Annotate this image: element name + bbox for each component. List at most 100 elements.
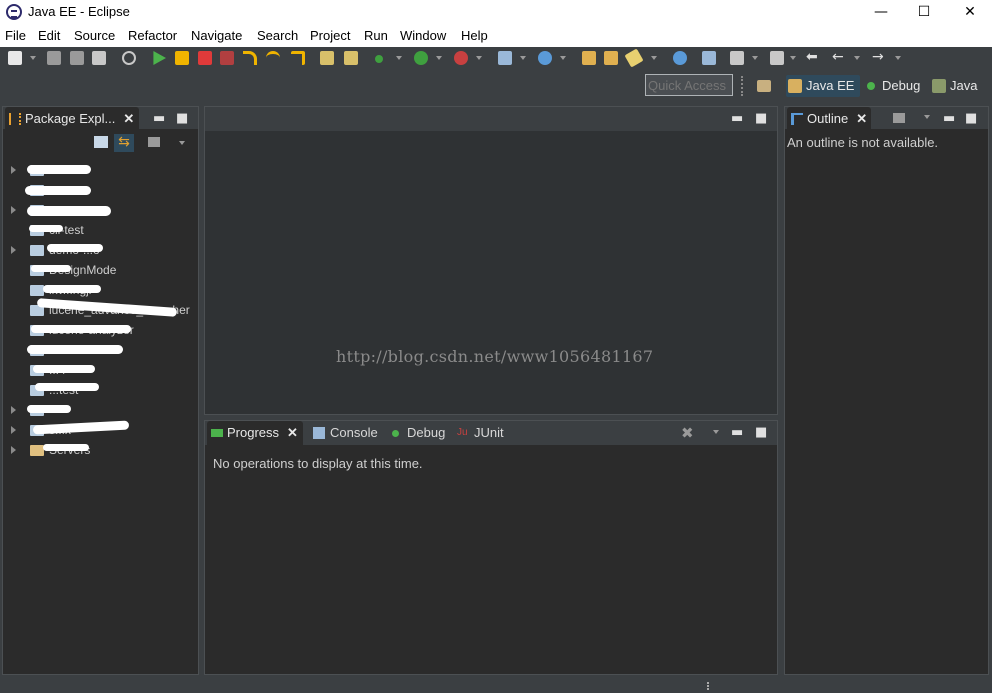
resume-icon[interactable] <box>153 51 166 65</box>
menu-refactor[interactable]: Refactor <box>128 28 177 43</box>
expand-icon[interactable] <box>11 426 16 434</box>
annotation-dropdown-icon[interactable] <box>752 56 758 62</box>
forward-dropdown-icon[interactable] <box>895 56 901 62</box>
outline-message: An outline is not available. <box>787 135 939 150</box>
tab-console[interactable]: Console <box>313 423 378 443</box>
menu-project[interactable]: Project <box>310 28 350 43</box>
step-return-icon[interactable] <box>291 51 305 65</box>
open-type-icon[interactable] <box>582 51 596 65</box>
step-over-icon[interactable] <box>266 51 280 65</box>
redaction-scribble <box>27 405 71 413</box>
new-dropdown-icon[interactable] <box>30 56 36 62</box>
view-menu-dropdown-icon[interactable] <box>179 141 185 147</box>
external-tools-icon[interactable] <box>454 51 468 65</box>
external-tools-dropdown-icon[interactable] <box>476 56 482 62</box>
menu-run[interactable]: Run <box>364 28 388 43</box>
new-java-class-icon[interactable] <box>538 51 552 65</box>
minimize-button[interactable]: — <box>858 0 904 26</box>
tab-package-explorer[interactable]: Package Expl... ✕ <box>5 107 139 131</box>
new-icon[interactable] <box>8 51 22 65</box>
terminate-icon[interactable] <box>198 51 212 65</box>
tree-project-item[interactable]: Servers <box>11 441 196 461</box>
last-edit-icon[interactable] <box>770 51 784 65</box>
package-explorer-tree: ⇆ cli-test demo-...o DesignMode ikv...ng… <box>3 131 198 674</box>
disconnect-icon[interactable] <box>220 51 234 65</box>
perspective-divider <box>741 76 743 96</box>
server-dropdown-icon[interactable] <box>520 56 526 62</box>
view-menu-filter-icon[interactable] <box>148 137 160 147</box>
outline-filter-icon[interactable] <box>893 113 905 123</box>
close-outline-icon[interactable]: ✕ <box>856 111 867 126</box>
class-dropdown-icon[interactable] <box>560 56 566 62</box>
annotation-icon[interactable] <box>730 51 744 65</box>
back-arrow-icon[interactable]: ⬅ <box>806 50 820 65</box>
tab-debug[interactable]: Debug <box>390 423 445 443</box>
back-nav-icon[interactable]: ← <box>832 50 846 65</box>
run-dropdown-icon[interactable] <box>436 56 442 62</box>
globe-icon[interactable] <box>673 51 687 65</box>
menu-source[interactable]: Source <box>74 28 115 43</box>
print-icon[interactable] <box>92 51 106 65</box>
tree-project-item[interactable]: demo-...o <box>11 241 196 261</box>
web-browser-icon[interactable] <box>702 51 716 65</box>
tab-console-label: Console <box>330 425 378 440</box>
bottom-maximize-icon[interactable]: ■ <box>755 425 767 440</box>
search-dropdown-icon[interactable] <box>651 56 657 62</box>
skip-breakpoints-icon[interactable] <box>122 51 136 65</box>
suspend-icon[interactable] <box>175 51 189 65</box>
step-into-icon[interactable] <box>243 51 257 65</box>
tab-progress[interactable]: Progress ✕ <box>207 421 303 445</box>
maximize-icon[interactable]: ■ <box>176 111 188 126</box>
project-folder-icon <box>30 245 44 256</box>
drop-to-frame-icon[interactable] <box>344 51 358 65</box>
save-icon[interactable] <box>47 51 61 65</box>
menu-help[interactable]: Help <box>461 28 488 43</box>
tab-junit[interactable]: Ju JUnit <box>457 423 504 443</box>
search-pen-icon[interactable] <box>624 48 644 68</box>
outline-view-menu-icon[interactable] <box>924 115 930 121</box>
redaction-scribble <box>31 325 131 333</box>
link-with-editor-icon[interactable]: ⇆ <box>114 134 134 152</box>
bottom-view-menu-icon[interactable] <box>713 430 719 436</box>
menu-edit[interactable]: Edit <box>38 28 60 43</box>
editor-maximize-icon[interactable]: ■ <box>755 111 767 126</box>
perspective-java[interactable]: Java <box>930 75 977 97</box>
bottom-minimize-icon[interactable]: ▬ <box>731 425 743 440</box>
expand-icon[interactable] <box>11 406 16 414</box>
outline-minimize-icon[interactable]: ▬ <box>943 111 955 126</box>
menu-file[interactable]: File <box>5 28 26 43</box>
expand-icon[interactable] <box>11 166 16 174</box>
close-progress-icon[interactable]: ✕ <box>287 425 298 440</box>
expand-icon[interactable] <box>11 206 16 214</box>
use-step-filters-icon[interactable] <box>320 51 334 65</box>
perspective-javaee[interactable]: Java EE <box>786 75 861 97</box>
forward-nav-icon[interactable]: → <box>872 50 886 65</box>
menu-search[interactable]: Search <box>257 28 298 43</box>
outline-maximize-icon[interactable]: ■ <box>965 111 977 126</box>
run-icon[interactable] <box>414 51 428 65</box>
minimize-icon[interactable]: ▬ <box>153 111 165 126</box>
open-perspective-icon[interactable] <box>757 80 771 92</box>
collapse-all-icon[interactable] <box>94 136 108 148</box>
expand-icon[interactable] <box>11 246 16 254</box>
close-package-explorer-icon[interactable]: ✕ <box>123 111 134 126</box>
editor-minimize-icon[interactable]: ▬ <box>731 111 743 126</box>
expand-icon[interactable] <box>11 446 16 454</box>
remove-all-finished-icon[interactable]: ✖ <box>681 424 694 442</box>
back-dropdown-icon[interactable] <box>854 56 860 62</box>
maximize-button[interactable]: ☐ <box>901 0 947 26</box>
quick-access-input[interactable] <box>645 74 733 96</box>
menu-navigate[interactable]: Navigate <box>191 28 242 43</box>
new-server-icon[interactable] <box>498 51 512 65</box>
menu-window[interactable]: Window <box>400 28 446 43</box>
close-window-button[interactable]: ✕ <box>947 0 992 26</box>
tab-outline[interactable]: Outline ✕ <box>787 107 871 131</box>
debug-run-icon[interactable] <box>375 55 383 63</box>
java-perspective-icon <box>932 79 946 93</box>
perspective-debug[interactable]: Debug <box>862 75 920 97</box>
save-all-icon[interactable] <box>70 51 84 65</box>
open-task-icon[interactable] <box>604 51 618 65</box>
last-edit-dropdown-icon[interactable] <box>790 56 796 62</box>
debug-dropdown-icon[interactable] <box>396 56 402 62</box>
outline-icon <box>791 113 803 125</box>
